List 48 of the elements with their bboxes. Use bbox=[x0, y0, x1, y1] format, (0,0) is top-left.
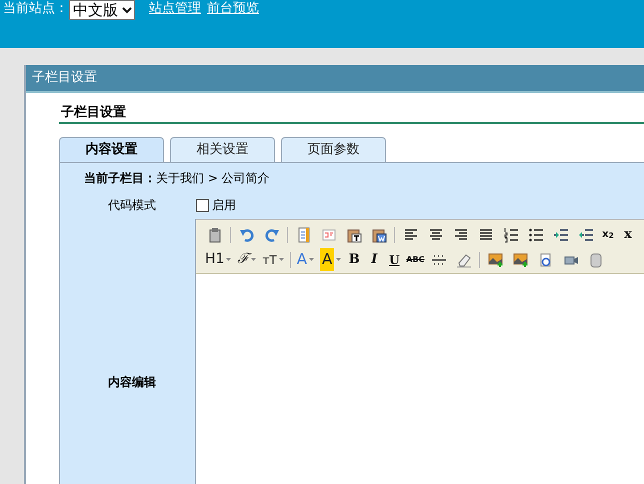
caret-icon bbox=[336, 258, 342, 261]
justify-icon[interactable] bbox=[478, 226, 494, 242]
paste-word-icon[interactable] bbox=[370, 226, 386, 242]
format-button[interactable]: I bbox=[364, 250, 384, 270]
breadcrumb-label: 当前子栏目： bbox=[84, 170, 156, 187]
undo-icon[interactable] bbox=[238, 226, 254, 242]
attachment-icon[interactable] bbox=[588, 252, 604, 268]
document-icon[interactable] bbox=[296, 226, 312, 242]
format-dropdown[interactable]: тT bbox=[259, 250, 287, 270]
format-button[interactable]: x$_{2}$ bbox=[598, 224, 618, 244]
breadcrumb-path: 关于我们 > 公司简介 bbox=[156, 170, 270, 187]
format-dropdown[interactable]: A bbox=[294, 250, 318, 270]
rich-text-editor[interactable]: x$_{2}$ x H1 ℱ тT A A B I U ABC bbox=[196, 219, 644, 484]
align-center-icon[interactable] bbox=[428, 226, 444, 242]
caret-icon bbox=[278, 258, 284, 261]
indent-icon[interactable] bbox=[552, 226, 568, 242]
image-add-icon[interactable] bbox=[512, 252, 529, 268]
caret-icon bbox=[251, 258, 256, 261]
site-label: 当前站点： bbox=[3, 0, 68, 18]
format-button[interactable]: U bbox=[384, 250, 404, 270]
section-heading: 子栏目设置 bbox=[61, 104, 126, 122]
redo-icon[interactable] bbox=[264, 226, 280, 242]
align-right-icon[interactable] bbox=[452, 226, 468, 242]
chevron-down-icon bbox=[122, 6, 132, 14]
field-label: 内容编辑 bbox=[108, 374, 156, 390]
tab[interactable]: 页面参数 bbox=[281, 137, 386, 162]
site-select[interactable]: 中文版 bbox=[69, 0, 135, 20]
format-dropdown[interactable]: ℱ bbox=[234, 250, 260, 270]
numbered-list-icon[interactable] bbox=[502, 226, 518, 242]
format-button[interactable]: B bbox=[344, 250, 364, 270]
clipboard-icon[interactable] bbox=[206, 226, 222, 242]
format-dropdown[interactable]: H1 bbox=[202, 250, 234, 270]
align-left-icon[interactable] bbox=[402, 226, 418, 242]
image-add-icon[interactable] bbox=[488, 252, 504, 268]
eraser-icon[interactable] bbox=[456, 252, 472, 268]
outdent-icon[interactable] bbox=[578, 226, 594, 242]
tab[interactable]: 相关设置 bbox=[170, 137, 275, 162]
caret-icon bbox=[309, 258, 314, 261]
checkbox-label: 启用 bbox=[212, 197, 236, 214]
caret-icon bbox=[226, 258, 232, 261]
format-button[interactable]: x bbox=[618, 224, 638, 244]
format-button[interactable]: ABC bbox=[404, 250, 426, 270]
tab[interactable]: 内容设置 bbox=[59, 137, 164, 162]
bullet-list-icon[interactable] bbox=[528, 226, 544, 242]
dialog-title: 子栏目设置 bbox=[26, 65, 644, 93]
checkbox[interactable] bbox=[196, 198, 209, 212]
field-label: 代码模式 bbox=[107, 197, 157, 214]
paste-text-icon[interactable] bbox=[346, 226, 362, 242]
